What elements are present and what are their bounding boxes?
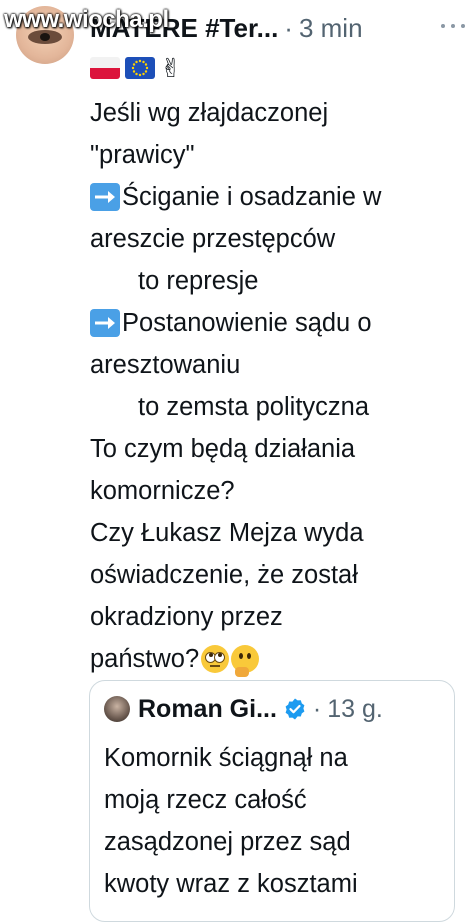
tweet-line-text: to represje	[138, 267, 259, 295]
author-emoji-row: ✌	[90, 50, 182, 86]
tweet-line: "prawicy"	[90, 134, 462, 176]
tweet-line: areszcie przestępców	[90, 218, 462, 260]
tweet-line-text: Ściganie i osadzanie w	[122, 183, 382, 211]
post-time[interactable]: 3 min	[299, 13, 363, 44]
victory-hand-icon: ✌	[160, 53, 182, 83]
tweet-line-text: to zemsta polityczna	[138, 393, 370, 421]
tweet-line: oświadczenie, że został	[90, 554, 462, 596]
more-horizontal-icon[interactable]	[441, 14, 465, 38]
tweet-line-text: oświadczenie, że został	[90, 561, 358, 589]
tweet-line-text: areszcie przestępców	[90, 225, 336, 253]
tweet-line: to zemsta polityczna	[90, 386, 462, 428]
tweet-line-text: Postanowienie sądu o	[122, 309, 372, 337]
quote-author-name: Roman Gi...	[138, 694, 277, 723]
poland-flag-icon	[90, 57, 120, 79]
tweet-line: Postanowienie sądu o	[90, 302, 462, 344]
tweet-line-text: państwo?	[90, 645, 200, 673]
tweet-body: Jeśli wg złajdaczonej "prawicy" Ściganie…	[90, 92, 462, 680]
tweet-line: okradziony przez	[90, 596, 462, 638]
tweet-line-text: To czym będą działania	[90, 435, 356, 463]
tweet-line: Ściganie i osadzanie w	[90, 176, 462, 218]
quote-header: Roman Gi... · 13 g.	[104, 691, 383, 727]
verified-badge-icon	[285, 698, 305, 720]
quote-line: zasądzonej przez sąd	[104, 828, 351, 856]
tweet-line: aresztowaniu	[90, 344, 462, 386]
quote-line: Komornik ściągnął na	[104, 744, 348, 772]
tweet-line: To czym będą działania	[90, 428, 462, 470]
tweet-line-text: aresztowaniu	[90, 351, 241, 379]
tweet-line: komornicze?	[90, 470, 462, 512]
watermark: www.wiocha.pl	[4, 6, 169, 33]
tweet-line-text: "prawicy"	[90, 141, 195, 169]
quote-line: moją rzecz całość	[104, 786, 307, 814]
tweet-line: to represje	[90, 260, 462, 302]
tweet-line: państwo?	[90, 638, 462, 680]
quote-body: Komornik ściągnął na moją rzecz całość z…	[104, 737, 444, 905]
right-arrow-icon	[90, 183, 120, 211]
quote-line: kwoty wraz z kosztami	[104, 870, 358, 898]
quote-post-time: 13 g.	[327, 694, 383, 723]
right-arrow-icon	[90, 309, 120, 337]
face-rolling-eyes-icon	[201, 645, 230, 673]
separator-dot: ·	[312, 694, 322, 723]
separator-dot: ·	[284, 12, 293, 43]
eu-flag-icon	[125, 57, 155, 79]
tweet-line-text: komornicze?	[90, 477, 235, 505]
tweet-line: Czy Łukasz Mejza wyda	[90, 512, 462, 554]
thinking-face-icon	[231, 645, 260, 677]
quote-author-avatar	[104, 696, 130, 722]
tweet-line-text: Czy Łukasz Mejza wyda	[90, 519, 364, 547]
tweet-line: Jeśli wg złajdaczonej	[90, 92, 462, 134]
tweet-line-text: okradziony przez	[90, 603, 283, 631]
quoted-tweet-card[interactable]: Roman Gi... · 13 g. Komornik ściągnął na…	[89, 680, 455, 922]
tweet-line-text: Jeśli wg złajdaczonej	[90, 99, 329, 127]
